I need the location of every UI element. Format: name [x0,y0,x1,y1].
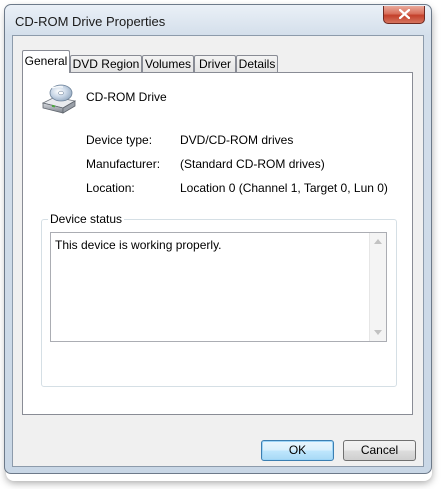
close-icon [399,9,410,19]
close-button[interactable] [383,6,425,24]
ok-button[interactable]: OK [261,440,334,461]
cd-drive-icon [41,84,77,114]
tab-general[interactable]: General [22,50,70,73]
title-bar[interactable]: CD-ROM Drive Properties [5,5,431,35]
tab-dvd-region[interactable]: DVD Region [70,55,142,72]
status-scrollbar[interactable] [369,233,386,341]
manufacturer-value: (Standard CD-ROM drives) [180,157,325,171]
general-tab-panel: CD-ROM Drive Device type: DVD/CD-ROM dri… [22,72,413,415]
scroll-down-icon[interactable] [374,330,382,335]
device-type-value: DVD/CD-ROM drives [180,133,294,147]
tab-driver[interactable]: Driver [194,55,236,72]
scroll-up-icon[interactable] [374,239,382,244]
dialog-client-area: General DVD Region Volumes Driver Detail… [12,35,424,467]
properties-dialog: CD-ROM Drive Properties General DVD Regi… [4,4,432,474]
location-value: Location 0 (Channel 1, Target 0, Lun 0) [180,181,388,195]
tab-volumes[interactable]: Volumes [142,55,194,72]
device-status-text: This device is working properly. [55,238,222,252]
manufacturer-label: Manufacturer: [86,157,161,171]
window-title: CD-ROM Drive Properties [15,14,166,29]
device-type-label: Device type: [86,133,153,147]
location-label: Location: [86,181,135,195]
device-status-group: Device status This device is working pro… [41,212,397,387]
tab-details[interactable]: Details [236,55,278,72]
device-status-textbox[interactable]: This device is working properly. [50,232,387,342]
cancel-button[interactable]: Cancel [343,440,416,461]
device-status-label: Device status [48,212,125,226]
device-name: CD-ROM Drive [86,90,167,104]
